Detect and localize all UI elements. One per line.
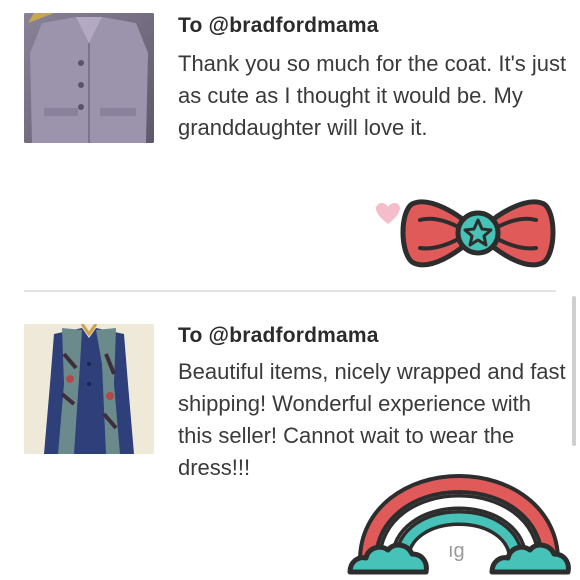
recipient-label[interactable]: To @bradfordmama	[178, 324, 379, 348]
recipient-label[interactable]: To @bradfordmama	[178, 14, 379, 38]
coat-thumbnail[interactable]	[24, 13, 154, 143]
navy-dress-with-scarf-photo-icon	[24, 324, 154, 454]
review-message: Beautiful items, nicely wrapped and fast…	[178, 359, 566, 480]
red-bow-sticker-icon	[396, 190, 560, 276]
review-message: Thank you so much for the coat. It's jus…	[178, 51, 567, 140]
rainbow-sticker-icon	[341, 458, 577, 580]
reviews-page: To @bradfordmama Thank you so much for t…	[0, 0, 580, 580]
dress-thumbnail[interactable]	[24, 324, 154, 454]
scrollbar[interactable]	[572, 296, 576, 446]
lavender-coat-photo-icon	[24, 13, 154, 143]
